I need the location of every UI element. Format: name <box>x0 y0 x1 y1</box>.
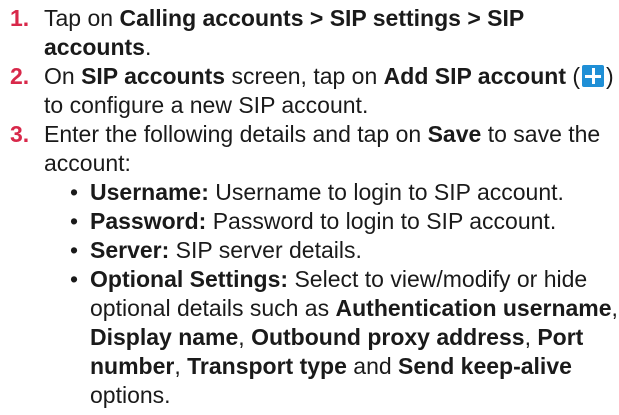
detail-text: Username to login to SIP account. <box>208 179 564 205</box>
detail-text: SIP server details. <box>169 237 362 263</box>
details-list: • Username: Username to login to SIP acco… <box>44 178 619 410</box>
paren: ) <box>606 63 614 89</box>
screen-name: SIP accounts <box>81 63 226 89</box>
step-text: Enter the following details and tap on <box>44 121 428 147</box>
option-name: Send keep-alive <box>398 353 572 379</box>
detail-label: Server: <box>90 237 170 263</box>
step-number: 2. <box>10 63 30 89</box>
step-number: 1. <box>10 5 30 31</box>
bullet: • <box>70 266 79 292</box>
detail-label: Password: <box>90 208 207 234</box>
detail-label: Username: <box>90 179 209 205</box>
step-2: 2. On SIP accounts screen, tap on Add SI… <box>0 62 619 120</box>
separator: , <box>611 295 618 321</box>
separator: , <box>524 324 538 350</box>
bullet: • <box>70 208 79 234</box>
option-name: Transport type <box>187 353 347 379</box>
step-1: 1. Tap on Calling accounts > SIP setting… <box>0 4 619 62</box>
detail-text: options. <box>90 382 171 408</box>
bullet: • <box>70 179 79 205</box>
separator: , <box>174 353 188 379</box>
bullet: • <box>70 237 79 263</box>
punctuation: . <box>144 34 152 60</box>
action-name: Save <box>427 121 482 147</box>
instructions: 1. Tap on Calling accounts > SIP setting… <box>0 0 619 410</box>
detail-text: Password to login to SIP account. <box>206 208 557 234</box>
detail-optional-settings: • Optional Settings: Select to view/modif… <box>68 265 619 410</box>
separator: , <box>238 324 252 350</box>
step-text: Tap on <box>44 5 120 31</box>
step-3: 3. Enter the following details and tap o… <box>0 120 619 410</box>
detail-label: Optional Settings: <box>90 266 289 292</box>
conjunction: and <box>346 353 399 379</box>
step-text: On <box>44 63 82 89</box>
detail-password: • Password: Password to login to SIP acco… <box>68 207 619 236</box>
step-text: screen, tap on <box>225 63 384 89</box>
step-number: 3. <box>10 121 30 147</box>
plus-icon <box>582 65 605 87</box>
option-name: Display name <box>90 324 239 350</box>
paren: ( <box>565 63 581 89</box>
action-name: Add SIP account <box>383 63 566 89</box>
option-name: Authentication username <box>335 295 612 321</box>
detail-server: • Server: SIP server details. <box>68 236 619 265</box>
option-name: Outbound proxy address <box>251 324 525 350</box>
detail-username: • Username: Username to login to SIP acco… <box>68 178 619 207</box>
step-text: to configure a new SIP account. <box>44 92 369 118</box>
